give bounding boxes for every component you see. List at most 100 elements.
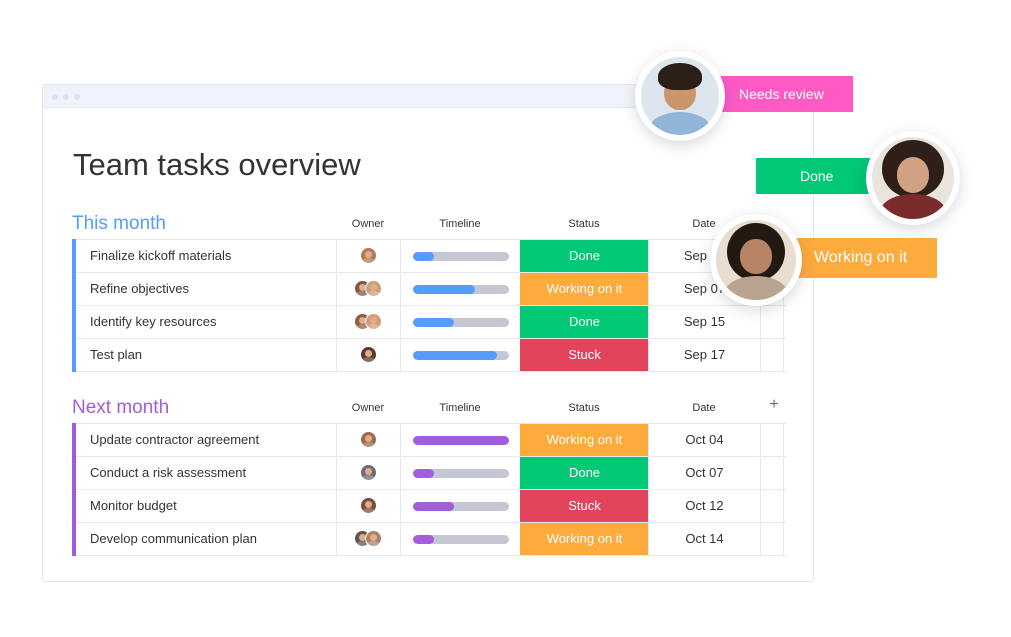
- page-title: Team tasks overview: [73, 147, 361, 182]
- status-label: Done: [568, 248, 601, 263]
- date-cell[interactable]: Oct 04: [648, 424, 760, 456]
- app-window: Team tasks overview This month Owner Timel…: [42, 84, 814, 582]
- task-name[interactable]: Identify key resources: [90, 314, 216, 329]
- empty-cell[interactable]: [760, 490, 784, 522]
- timeline-cell[interactable]: [400, 306, 520, 338]
- timeline-cell[interactable]: [400, 339, 520, 371]
- owner-cell[interactable]: [336, 306, 400, 338]
- table-row[interactable]: Finalize kickoff materials Done Sep 01: [72, 239, 786, 273]
- status-cell[interactable]: Working on it: [520, 273, 648, 305]
- status-cell[interactable]: Working on it: [520, 523, 648, 555]
- group-color-bar: [72, 272, 76, 306]
- status-cell[interactable]: Done: [520, 306, 648, 338]
- date-cell[interactable]: Oct 12: [648, 490, 760, 522]
- group-color-bar: [72, 456, 76, 490]
- timeline-cell[interactable]: [400, 240, 520, 272]
- date-label: Sep 17: [683, 347, 726, 362]
- table-row[interactable]: Test plan Stuck Sep 17: [72, 338, 786, 372]
- timeline-cell[interactable]: [400, 490, 520, 522]
- date-label: Oct 07: [685, 465, 724, 480]
- status-label: Stuck: [568, 498, 601, 513]
- task-name[interactable]: Conduct a risk assessment: [90, 465, 246, 480]
- status-label: Done: [568, 314, 601, 329]
- timeline-cell[interactable]: [400, 273, 520, 305]
- table-row[interactable]: Identify key resources Done Sep 15: [72, 305, 786, 339]
- date-cell[interactable]: Oct 14: [648, 523, 760, 555]
- group-color-bar: [72, 239, 76, 273]
- owner-avatar[interactable]: [365, 530, 382, 547]
- task-name[interactable]: Monitor budget: [90, 498, 177, 513]
- owner-avatar[interactable]: [360, 247, 377, 264]
- owner-cell[interactable]: [336, 240, 400, 272]
- avatar-photo: [641, 57, 719, 135]
- owner-cell[interactable]: [336, 523, 400, 555]
- column-header-status[interactable]: Status: [520, 402, 648, 414]
- column-header-date[interactable]: Date: [648, 402, 760, 414]
- status-cell[interactable]: Stuck: [520, 339, 648, 371]
- timeline-cell[interactable]: [400, 523, 520, 555]
- status-label: Working on it: [546, 531, 623, 546]
- timeline-progress: [413, 351, 497, 360]
- group-title[interactable]: Next month: [72, 397, 169, 419]
- timeline-track: [413, 535, 509, 544]
- column-header-owner[interactable]: Owner: [336, 218, 400, 230]
- working-on-it-tag: Working on it: [785, 238, 937, 278]
- table-row[interactable]: Develop communication plan Working on it O…: [72, 522, 786, 556]
- owner-avatar[interactable]: [360, 497, 377, 514]
- empty-cell[interactable]: [760, 457, 784, 489]
- table-row[interactable]: Monitor budget Stuck Oct 12: [72, 489, 786, 523]
- owner-avatar[interactable]: [360, 346, 377, 363]
- owner-cell[interactable]: [336, 424, 400, 456]
- task-name[interactable]: Finalize kickoff materials: [90, 248, 231, 263]
- timeline-progress: [413, 318, 455, 327]
- timeline-progress: [413, 535, 435, 544]
- timeline-progress: [413, 285, 476, 294]
- owner-cell[interactable]: [336, 339, 400, 371]
- man-avatar: [635, 51, 725, 141]
- status-cell[interactable]: Done: [520, 240, 648, 272]
- task-name[interactable]: Refine objectives: [90, 281, 189, 296]
- owner-cell[interactable]: [336, 490, 400, 522]
- owner-avatar[interactable]: [365, 313, 382, 330]
- date-label: Oct 14: [685, 531, 724, 546]
- empty-cell[interactable]: [760, 523, 784, 555]
- task-table: Update contractor agreement Working on it…: [72, 423, 786, 556]
- owner-cell[interactable]: [336, 273, 400, 305]
- empty-cell[interactable]: [760, 339, 784, 371]
- timeline-cell[interactable]: [400, 457, 520, 489]
- status-cell[interactable]: Working on it: [520, 424, 648, 456]
- owner-avatar[interactable]: [360, 464, 377, 481]
- table-row[interactable]: Update contractor agreement Working on it…: [72, 423, 786, 457]
- date-cell[interactable]: Sep 15: [648, 306, 760, 338]
- column-header-timeline[interactable]: Timeline: [400, 218, 520, 230]
- status-label: Done: [568, 465, 601, 480]
- group-color-bar: [72, 522, 76, 556]
- timeline-track: [413, 351, 509, 360]
- column-header-status[interactable]: Status: [520, 218, 648, 230]
- task-name[interactable]: Test plan: [90, 347, 142, 362]
- add-column-button[interactable]: +: [766, 396, 782, 414]
- owner-cell[interactable]: [336, 457, 400, 489]
- task-name[interactable]: Update contractor agreement: [90, 432, 259, 447]
- timeline-progress: [413, 469, 435, 478]
- date-label: Oct 12: [685, 498, 724, 513]
- empty-cell[interactable]: [760, 306, 784, 338]
- timeline-progress: [413, 252, 435, 261]
- task-name[interactable]: Develop communication plan: [90, 531, 257, 546]
- status-cell[interactable]: Done: [520, 457, 648, 489]
- column-header-timeline[interactable]: Timeline: [400, 402, 520, 414]
- status-cell[interactable]: Stuck: [520, 490, 648, 522]
- status-label: Stuck: [568, 347, 601, 362]
- group-title[interactable]: This month: [72, 213, 166, 235]
- date-cell[interactable]: Oct 07: [648, 457, 760, 489]
- timeline-progress: [413, 436, 509, 445]
- date-cell[interactable]: Sep 17: [648, 339, 760, 371]
- empty-cell[interactable]: [760, 424, 784, 456]
- owner-avatar[interactable]: [365, 280, 382, 297]
- table-row[interactable]: Conduct a risk assessment Done Oct 07: [72, 456, 786, 490]
- column-header-owner[interactable]: Owner: [336, 402, 400, 414]
- timeline-cell[interactable]: [400, 424, 520, 456]
- owner-avatar[interactable]: [360, 431, 377, 448]
- table-row[interactable]: Refine objectives Working on it Sep 07: [72, 272, 786, 306]
- group-header: Next month Owner Timeline Status Date +: [72, 396, 786, 423]
